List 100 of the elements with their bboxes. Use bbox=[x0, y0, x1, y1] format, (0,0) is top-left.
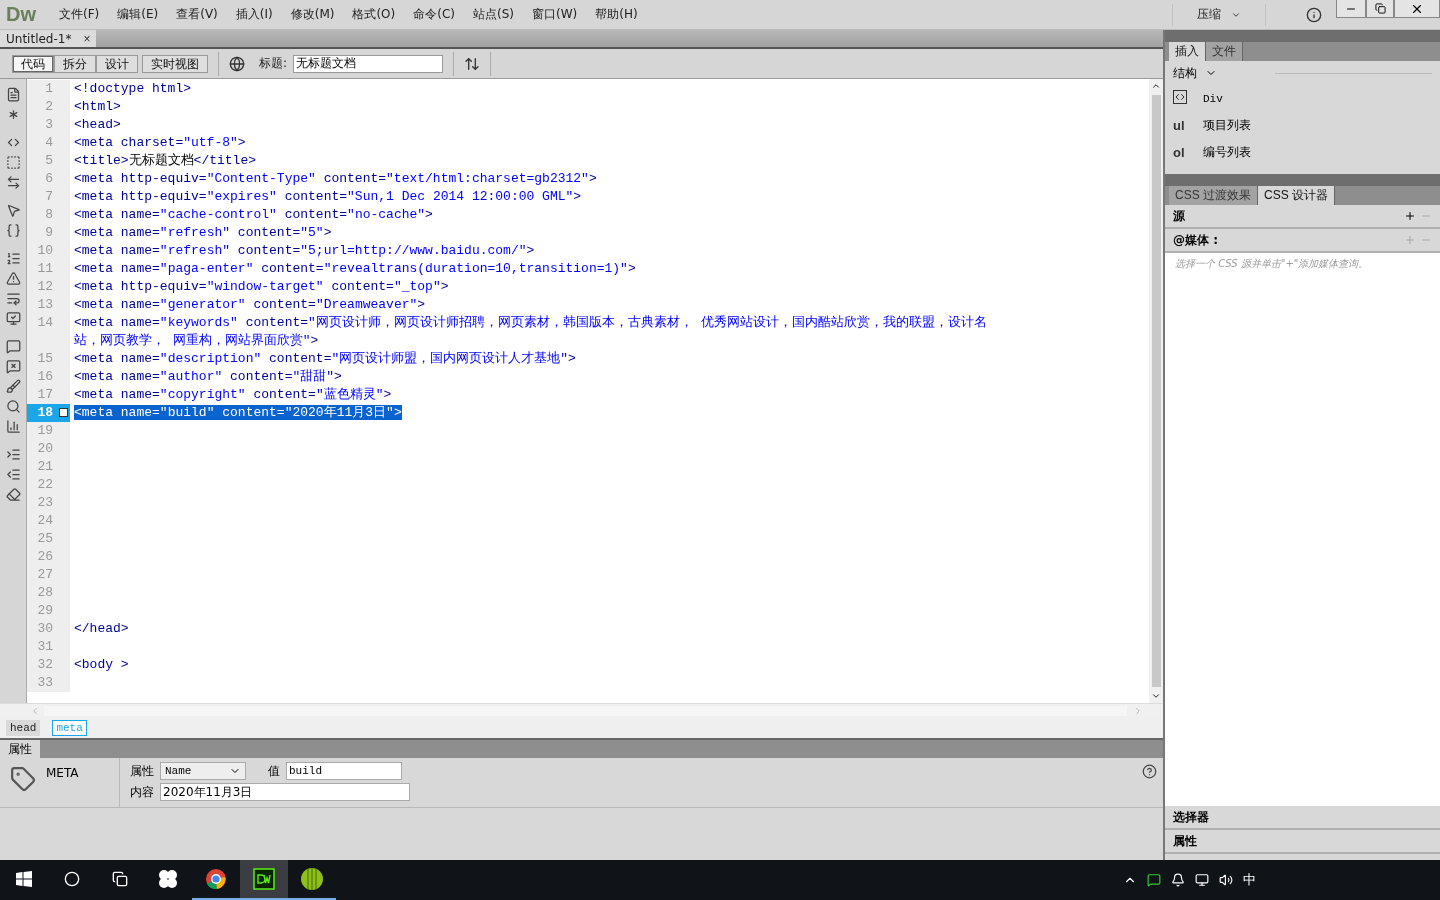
app-logo: Dw bbox=[6, 3, 36, 26]
document-icon[interactable] bbox=[5, 87, 21, 102]
menu-item[interactable]: 窗口(W) bbox=[522, 6, 587, 23]
document-tab[interactable]: Untitled-1* × bbox=[0, 30, 97, 47]
section-title: 选择器 bbox=[1173, 808, 1209, 826]
editor-app-icon[interactable] bbox=[240, 860, 288, 900]
line-number: 18 bbox=[27, 404, 70, 422]
brush-icon[interactable] bbox=[5, 379, 21, 394]
element-name: META bbox=[46, 766, 79, 782]
attribute-label: 属性 bbox=[130, 762, 154, 780]
search-icon[interactable] bbox=[5, 399, 21, 414]
close-tab-button[interactable]: × bbox=[83, 31, 91, 46]
title-label: 标题: bbox=[259, 55, 288, 72]
menu-item[interactable]: 插入(I) bbox=[226, 6, 282, 23]
panel-tab[interactable]: CSS 过渡效果 bbox=[1169, 186, 1258, 205]
chart-icon[interactable] bbox=[5, 419, 21, 434]
circle-icon bbox=[64, 871, 80, 887]
monitor-icon[interactable] bbox=[5, 311, 21, 326]
indent-icon[interactable] bbox=[5, 447, 21, 462]
eraser-icon[interactable] bbox=[5, 487, 21, 502]
vertical-scrollbar[interactable] bbox=[1149, 79, 1163, 703]
panel-tab[interactable]: CSS 设计器 bbox=[1258, 186, 1336, 205]
minimize-button[interactable] bbox=[1336, 0, 1366, 18]
restore-button[interactable] bbox=[1366, 0, 1394, 18]
line-number: 23 bbox=[27, 494, 70, 512]
info-icon[interactable] bbox=[1306, 6, 1322, 23]
code-line: <meta name="copyright" content="蓝色精灵"> bbox=[74, 387, 392, 402]
category-dropdown[interactable]: 结构 bbox=[1173, 64, 1197, 82]
fold-icon[interactable] bbox=[59, 408, 68, 417]
code-line: <html> bbox=[74, 99, 121, 114]
section-title: @媒体 : bbox=[1173, 231, 1218, 249]
network-icon[interactable] bbox=[1195, 873, 1209, 887]
code-line: <meta name="description" content="网页设计师盟，国内网页设计人才基地"> bbox=[74, 351, 576, 366]
menu-item[interactable]: 站点(S) bbox=[464, 6, 523, 23]
line-number: 26 bbox=[27, 548, 70, 566]
view-button[interactable]: 设计 bbox=[96, 54, 138, 73]
menu-item[interactable]: 编辑(E) bbox=[108, 6, 168, 23]
code-line: </head> bbox=[74, 621, 129, 636]
view-button[interactable]: 实时视图 bbox=[142, 54, 208, 73]
wrap-text-icon[interactable] bbox=[5, 291, 21, 306]
value-field[interactable]: build bbox=[286, 762, 402, 780]
tag-selector-item[interactable]: head bbox=[6, 720, 41, 736]
line-number: 4 bbox=[27, 134, 70, 152]
menu-item[interactable]: 命令(C) bbox=[404, 6, 464, 23]
panel-tab[interactable]: 文件 bbox=[1206, 42, 1243, 61]
add-icon[interactable] bbox=[1404, 210, 1416, 222]
code-line: <meta name="paga-enter" content="revealtrans(duration=10,transition=1)"> bbox=[74, 261, 636, 276]
line-number: 7 bbox=[27, 188, 70, 206]
sort-icon[interactable] bbox=[464, 55, 481, 72]
attribute-select[interactable]: Name bbox=[160, 762, 246, 780]
insert-item[interactable]: ul 项目列表 bbox=[1165, 112, 1440, 139]
chat-icon[interactable] bbox=[1147, 873, 1161, 887]
volume-icon[interactable] bbox=[1219, 873, 1233, 887]
line-number: 16 bbox=[27, 368, 70, 386]
code-icon bbox=[1173, 90, 1187, 104]
line-number: 30 bbox=[27, 620, 70, 638]
scroll-up-icon[interactable] bbox=[1151, 81, 1161, 91]
globe-icon[interactable] bbox=[229, 55, 245, 72]
panel-tab[interactable]: 插入 bbox=[1169, 42, 1206, 61]
line-number: 20 bbox=[27, 440, 70, 458]
pointer-icon[interactable] bbox=[5, 203, 21, 218]
menu-item[interactable]: 文件(F) bbox=[50, 6, 109, 23]
view-button[interactable]: 拆分 bbox=[54, 54, 96, 73]
menu-item[interactable]: 修改(M) bbox=[281, 6, 344, 23]
line-number: 9 bbox=[27, 224, 70, 242]
code-line: <title>无标题文档</title> bbox=[74, 153, 257, 168]
line-number: 11 bbox=[27, 260, 70, 278]
content-field[interactable]: 2020年11月3日 bbox=[160, 783, 410, 801]
warning-icon[interactable] bbox=[5, 271, 21, 286]
insert-item[interactable]: Div bbox=[1165, 85, 1440, 112]
dashed-square-icon[interactable] bbox=[5, 155, 21, 170]
restore-icon bbox=[1374, 3, 1386, 14]
line-number: 15 bbox=[27, 350, 70, 368]
workspace-switcher[interactable]: 压缩 bbox=[1172, 3, 1266, 26]
properties-tab[interactable]: 属性 bbox=[0, 740, 40, 758]
input-method-indicator[interactable]: 中 bbox=[1243, 871, 1256, 889]
menu-item[interactable]: 帮助(H) bbox=[586, 6, 647, 23]
braces-icon[interactable] bbox=[5, 223, 21, 238]
menu-item[interactable]: 格式(O) bbox=[343, 6, 405, 23]
view-button[interactable]: 代码 bbox=[12, 54, 54, 73]
notification-icon[interactable] bbox=[1171, 873, 1185, 887]
title-field[interactable]: 无标题文档 bbox=[293, 54, 444, 73]
close-button[interactable] bbox=[1394, 0, 1440, 18]
code-line: <meta name="cache-control" content="no-cache"> bbox=[74, 207, 433, 222]
remove-comment-icon[interactable] bbox=[5, 359, 21, 374]
comment-icon[interactable] bbox=[5, 339, 21, 354]
code-line: <meta name="author" content="甜甜"> bbox=[74, 369, 342, 384]
outdent-icon[interactable] bbox=[5, 467, 21, 482]
code-line: <meta name="refresh" content="5;url=http://www.baidu.com/"> bbox=[74, 243, 535, 258]
numbered-list-icon[interactable] bbox=[5, 251, 21, 266]
value-label: 值 bbox=[268, 762, 280, 780]
scroll-down-icon[interactable] bbox=[1151, 691, 1161, 701]
list-tag-label: ul bbox=[1173, 118, 1186, 133]
help-icon[interactable] bbox=[1142, 764, 1157, 779]
insert-item[interactable]: ol 编号列表 bbox=[1165, 139, 1440, 166]
arrows-icon[interactable] bbox=[5, 175, 21, 190]
menu-item[interactable]: 查看(V) bbox=[167, 6, 227, 23]
line-number: 12 bbox=[27, 278, 70, 296]
tag-icon bbox=[10, 766, 36, 792]
code-line: <meta http-equiv="window-target" content="_top"> bbox=[74, 279, 449, 294]
